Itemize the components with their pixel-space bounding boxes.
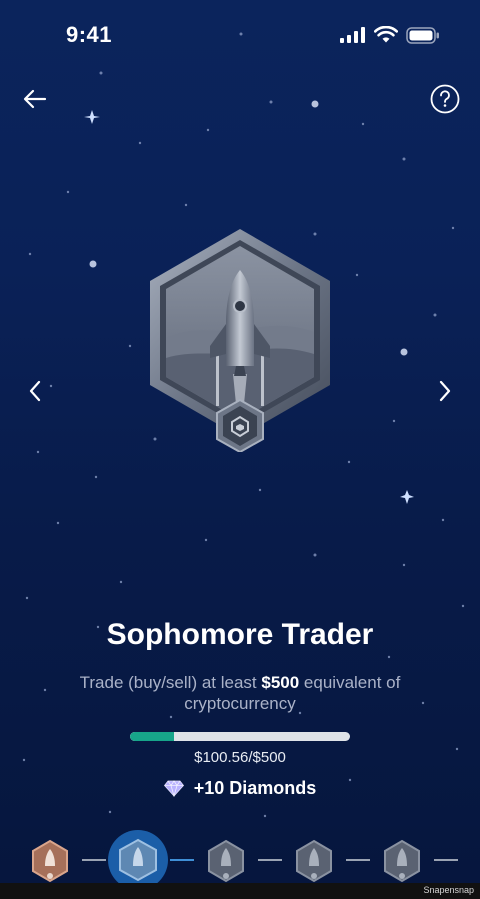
badge-carousel: [32, 830, 458, 890]
signal-icon: [340, 27, 365, 43]
diamond-icon: [163, 780, 184, 797]
progress-bar: [130, 732, 350, 741]
carousel-badge-2-selected[interactable]: [108, 830, 168, 890]
question-icon: [430, 84, 460, 114]
progress-target: $500: [252, 749, 286, 766]
description-prefix: Trade (buy/sell) at least: [79, 673, 262, 692]
description-amount: $500: [261, 673, 300, 692]
achievement-screen: 9:41 Sophomore Trader Trade (buy/sell) a…: [0, 0, 480, 899]
chevron-right-icon: [439, 380, 451, 402]
watermark-text: Snapensnap: [423, 885, 474, 895]
battery-icon: [406, 26, 439, 44]
achievement-title: Sophomore Trader: [106, 618, 374, 651]
reward-text: +10 Diamonds: [193, 778, 317, 798]
footer-bar: Snapensnap: [0, 883, 480, 899]
status-time: 9:41: [66, 22, 113, 47]
carousel-badge-4[interactable]: [296, 839, 332, 883]
status-bar: 9:41: [0, 0, 480, 70]
achievement-description: Trade (buy/sell) at least $500 equivalen…: [60, 672, 420, 714]
rocket-badge-image: [150, 229, 330, 452]
carousel-badge-5[interactable]: [384, 839, 420, 883]
progress-text: $100.56/$500: [0, 749, 480, 766]
progress-bar-fill: [130, 732, 175, 741]
status-icons: [340, 26, 440, 44]
previous-badge-button[interactable]: [20, 374, 50, 408]
carousel-badge-3[interactable]: [208, 839, 244, 883]
arrow-left-icon: [23, 89, 47, 109]
back-button[interactable]: [18, 82, 52, 116]
next-badge-button[interactable]: [430, 374, 460, 408]
reward: +10 Diamonds: [0, 778, 480, 799]
chevron-left-icon: [29, 380, 41, 402]
help-button[interactable]: [428, 82, 462, 116]
wifi-icon: [374, 26, 398, 43]
carousel-badge-1[interactable]: [32, 839, 68, 883]
progress-current: $100.56: [194, 749, 249, 766]
